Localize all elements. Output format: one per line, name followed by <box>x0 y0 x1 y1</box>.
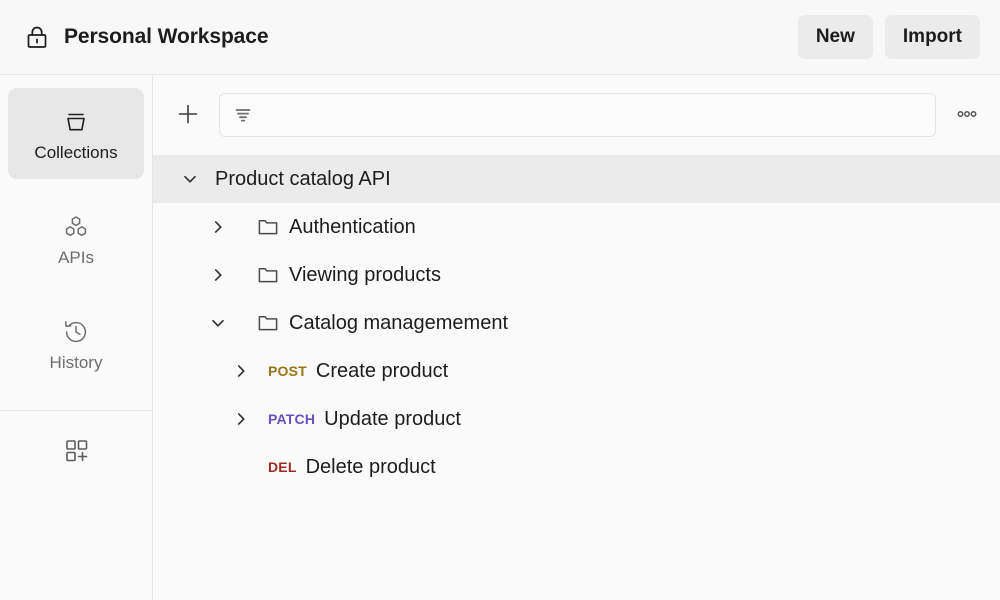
main-body: Collections APIs <box>0 75 1000 600</box>
http-method-badge: DEL <box>268 459 297 475</box>
lock-icon <box>24 24 50 50</box>
workspace-header: Personal Workspace New Import <box>0 0 1000 75</box>
tree-row-label: Catalog managemement <box>289 312 508 335</box>
collections-panel: Product catalog API Authentication <box>153 75 1000 600</box>
tree-row-label: Update product <box>324 408 461 431</box>
tree-row-label: Product catalog API <box>215 168 391 191</box>
workspace-title: Personal Workspace <box>64 25 268 49</box>
rail-divider <box>0 410 153 411</box>
plus-icon <box>175 101 201 130</box>
add-collection-button[interactable] <box>171 98 205 132</box>
apis-hexagons-icon <box>61 212 91 242</box>
tree-row-label: Authentication <box>289 216 416 239</box>
tree-row-label: Viewing products <box>289 264 441 287</box>
chevron-down-icon[interactable] <box>177 166 203 192</box>
collection-icon <box>61 107 91 137</box>
chevron-down-icon[interactable] <box>205 310 231 336</box>
history-clock-icon <box>61 317 91 347</box>
tree-row-folder-authentication[interactable]: Authentication <box>153 203 1000 251</box>
chevron-right-icon[interactable] <box>228 358 254 384</box>
folder-icon <box>257 264 279 286</box>
filter-lines-icon <box>232 104 254 126</box>
sidebar-item-label: APIs <box>58 249 94 266</box>
sidebar-item-label: History <box>50 354 103 371</box>
import-button[interactable]: Import <box>885 15 980 59</box>
tree-row-label: Delete product <box>306 456 436 479</box>
left-rail: Collections APIs <box>0 75 153 600</box>
new-button[interactable]: New <box>798 15 873 59</box>
sidebar-item-apis[interactable]: APIs <box>8 193 144 284</box>
folder-icon <box>257 216 279 238</box>
http-method-badge: POST <box>268 363 307 379</box>
search-filter-box[interactable] <box>219 93 936 137</box>
tree-row-request-delete-product[interactable]: DEL Delete product <box>153 443 1000 491</box>
http-method-badge: PATCH <box>268 411 315 427</box>
collections-toolbar <box>153 75 1000 155</box>
add-apps-button[interactable] <box>8 417 144 483</box>
chevron-right-icon[interactable] <box>205 262 231 288</box>
chevron-right-icon[interactable] <box>205 214 231 240</box>
tree-row-folder-viewing-products[interactable]: Viewing products <box>153 251 1000 299</box>
search-input[interactable] <box>262 106 923 124</box>
sidebar-item-label: Collections <box>34 144 117 161</box>
tree-row-collection[interactable]: Product catalog API <box>153 155 1000 203</box>
app-root: Personal Workspace New Import Collection… <box>0 0 1000 600</box>
add-apps-grid-plus-icon <box>61 435 91 465</box>
sidebar-item-history[interactable]: History <box>8 298 144 389</box>
collections-tree: Product catalog API Authentication <box>153 155 1000 600</box>
tree-row-request-create-product[interactable]: POST Create product <box>153 347 1000 395</box>
more-horizontal-icon <box>954 101 980 130</box>
folder-icon <box>257 312 279 334</box>
tree-row-folder-catalog-management[interactable]: Catalog managemement <box>153 299 1000 347</box>
tree-row-request-update-product[interactable]: PATCH Update product <box>153 395 1000 443</box>
more-options-button[interactable] <box>950 98 984 132</box>
tree-row-label: Create product <box>316 360 448 383</box>
chevron-right-icon[interactable] <box>228 406 254 432</box>
sidebar-item-collections[interactable]: Collections <box>8 88 144 179</box>
